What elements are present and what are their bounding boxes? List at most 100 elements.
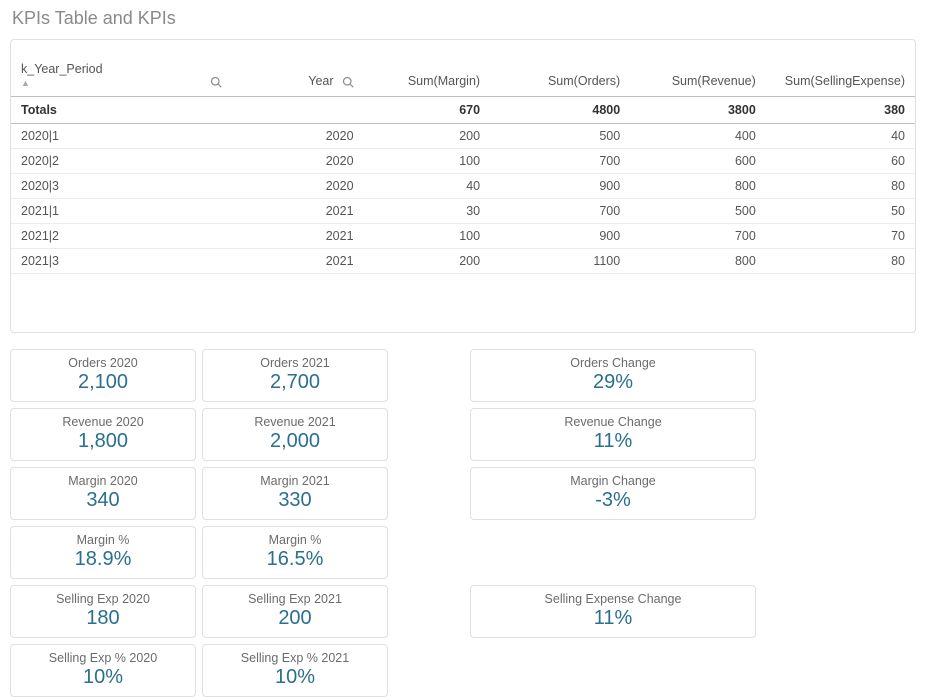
table-cell-orders: 700	[490, 199, 630, 224]
kpi-card[interactable]: Selling Expense Change11%	[470, 585, 756, 638]
search-icon[interactable]	[210, 76, 222, 88]
col-header-orders[interactable]: Sum(Orders)	[490, 40, 630, 97]
table-cell-revenue: 500	[630, 199, 766, 224]
kpi-value: 11%	[475, 430, 751, 453]
table-cell-revenue: 800	[630, 174, 766, 199]
kpi-title: Selling Expense Change	[475, 592, 751, 606]
kpi-title: Margin 2021	[207, 474, 383, 488]
table-cell-sellingExpense: 60	[766, 149, 915, 174]
kpi-title: Selling Exp 2021	[207, 592, 383, 606]
table-cell-sellingExpense: 50	[766, 199, 915, 224]
table-cell-period: 2021|2	[11, 224, 232, 249]
table-row[interactable]: 2021|32021200110080080	[11, 249, 915, 274]
totals-revenue: 3800	[630, 97, 766, 124]
table-cell-period: 2021|3	[11, 249, 232, 274]
table-cell-margin: 100	[364, 149, 491, 174]
kpi-value: 340	[15, 489, 191, 512]
col-header-label: k_Year_Period	[21, 62, 103, 76]
kpi-value: 29%	[475, 371, 751, 394]
kpi-card[interactable]: Revenue 20212,000	[202, 408, 388, 461]
kpi-card[interactable]: Margin 2020340	[10, 467, 196, 520]
kpi-title: Revenue 2021	[207, 415, 383, 429]
table-cell-period: 2020|3	[11, 174, 232, 199]
table-row[interactable]: 2020|320204090080080	[11, 174, 915, 199]
kpi-value: 200	[207, 607, 383, 630]
table-cell-sellingExpense: 40	[766, 124, 915, 149]
kpi-title: Margin Change	[475, 474, 751, 488]
table-row[interactable]: 2021|120213070050050	[11, 199, 915, 224]
kpi-title: Margin %	[207, 533, 383, 547]
col-header-margin[interactable]: Sum(Margin)	[364, 40, 491, 97]
kpi-grid: Orders 20202,100Orders 20212,700Orders C…	[10, 349, 916, 697]
table-cell-margin: 30	[364, 199, 491, 224]
table-cell-orders: 700	[490, 149, 630, 174]
table-cell-revenue: 400	[630, 124, 766, 149]
col-header-revenue[interactable]: Sum(Revenue)	[630, 40, 766, 97]
kpi-title: Margin %	[15, 533, 191, 547]
table-cell-year: 2020	[232, 174, 363, 199]
table-cell-year: 2021	[232, 224, 363, 249]
kpi-value: 11%	[475, 607, 751, 630]
table-cell-revenue: 600	[630, 149, 766, 174]
kpi-card[interactable]: Orders Change29%	[470, 349, 756, 402]
kpi-card[interactable]: Margin %18.9%	[10, 526, 196, 579]
kpi-value: 2,100	[15, 371, 191, 394]
kpi-card[interactable]: Revenue 20201,800	[10, 408, 196, 461]
kpi-value: -3%	[475, 489, 751, 512]
totals-year	[232, 97, 363, 124]
kpi-table-panel: k_Year_Period ▲ Year Sum(Margin) Sum(Ord…	[10, 39, 916, 333]
kpi-value: 18.9%	[15, 548, 191, 571]
kpi-title: Revenue Change	[475, 415, 751, 429]
table-cell-orders: 1100	[490, 249, 630, 274]
totals-label: Totals	[11, 97, 232, 124]
table-cell-orders: 900	[490, 224, 630, 249]
table-cell-margin: 100	[364, 224, 491, 249]
kpi-value: 10%	[15, 666, 191, 689]
table-cell-orders: 500	[490, 124, 630, 149]
kpi-card[interactable]: Margin Change-3%	[470, 467, 756, 520]
table-cell-period: 2021|1	[11, 199, 232, 224]
table-row[interactable]: 2020|2202010070060060	[11, 149, 915, 174]
kpi-value: 16.5%	[207, 548, 383, 571]
table-cell-margin: 200	[364, 124, 491, 149]
table-row[interactable]: 2021|2202110090070070	[11, 224, 915, 249]
col-header-label: Year	[308, 74, 333, 88]
table-cell-period: 2020|1	[11, 124, 232, 149]
kpi-card[interactable]: Selling Exp % 202010%	[10, 644, 196, 697]
table-cell-sellingExpense: 70	[766, 224, 915, 249]
table-cell-sellingExpense: 80	[766, 174, 915, 199]
kpi-value: 180	[15, 607, 191, 630]
kpi-card[interactable]: Selling Exp 2020180	[10, 585, 196, 638]
kpi-title: Margin 2020	[15, 474, 191, 488]
kpi-card[interactable]: Orders 20212,700	[202, 349, 388, 402]
kpi-title: Revenue 2020	[15, 415, 191, 429]
totals-margin: 670	[364, 97, 491, 124]
kpi-title: Orders 2021	[207, 356, 383, 370]
kpi-card[interactable]: Selling Exp 2021200	[202, 585, 388, 638]
col-header-selling-expense[interactable]: Sum(SellingExpense)	[766, 40, 915, 97]
table-spacer	[11, 274, 915, 332]
col-header-year[interactable]: Year	[232, 40, 363, 97]
kpi-value: 10%	[207, 666, 383, 689]
kpi-card[interactable]: Margin %16.5%	[202, 526, 388, 579]
table-cell-year: 2020	[232, 149, 363, 174]
table-cell-year: 2020	[232, 124, 363, 149]
kpi-card[interactable]: Orders 20202,100	[10, 349, 196, 402]
kpi-card[interactable]: Revenue Change11%	[470, 408, 756, 461]
kpi-card[interactable]: Selling Exp % 202110%	[202, 644, 388, 697]
totals-orders: 4800	[490, 97, 630, 124]
kpi-title: Selling Exp % 2020	[15, 651, 191, 665]
table-cell-sellingExpense: 80	[766, 249, 915, 274]
table-cell-margin: 40	[364, 174, 491, 199]
totals-selling-expense: 380	[766, 97, 915, 124]
table-cell-revenue: 700	[630, 224, 766, 249]
page-title: KPIs Table and KPIs	[0, 0, 926, 39]
search-icon[interactable]	[342, 76, 354, 88]
table-row[interactable]: 2020|1202020050040040	[11, 124, 915, 149]
kpi-value: 2,000	[207, 430, 383, 453]
kpi-title: Orders 2020	[15, 356, 191, 370]
table-cell-revenue: 800	[630, 249, 766, 274]
kpi-card[interactable]: Margin 2021330	[202, 467, 388, 520]
col-header-period[interactable]: k_Year_Period ▲	[11, 40, 232, 97]
kpi-title: Selling Exp 2020	[15, 592, 191, 606]
